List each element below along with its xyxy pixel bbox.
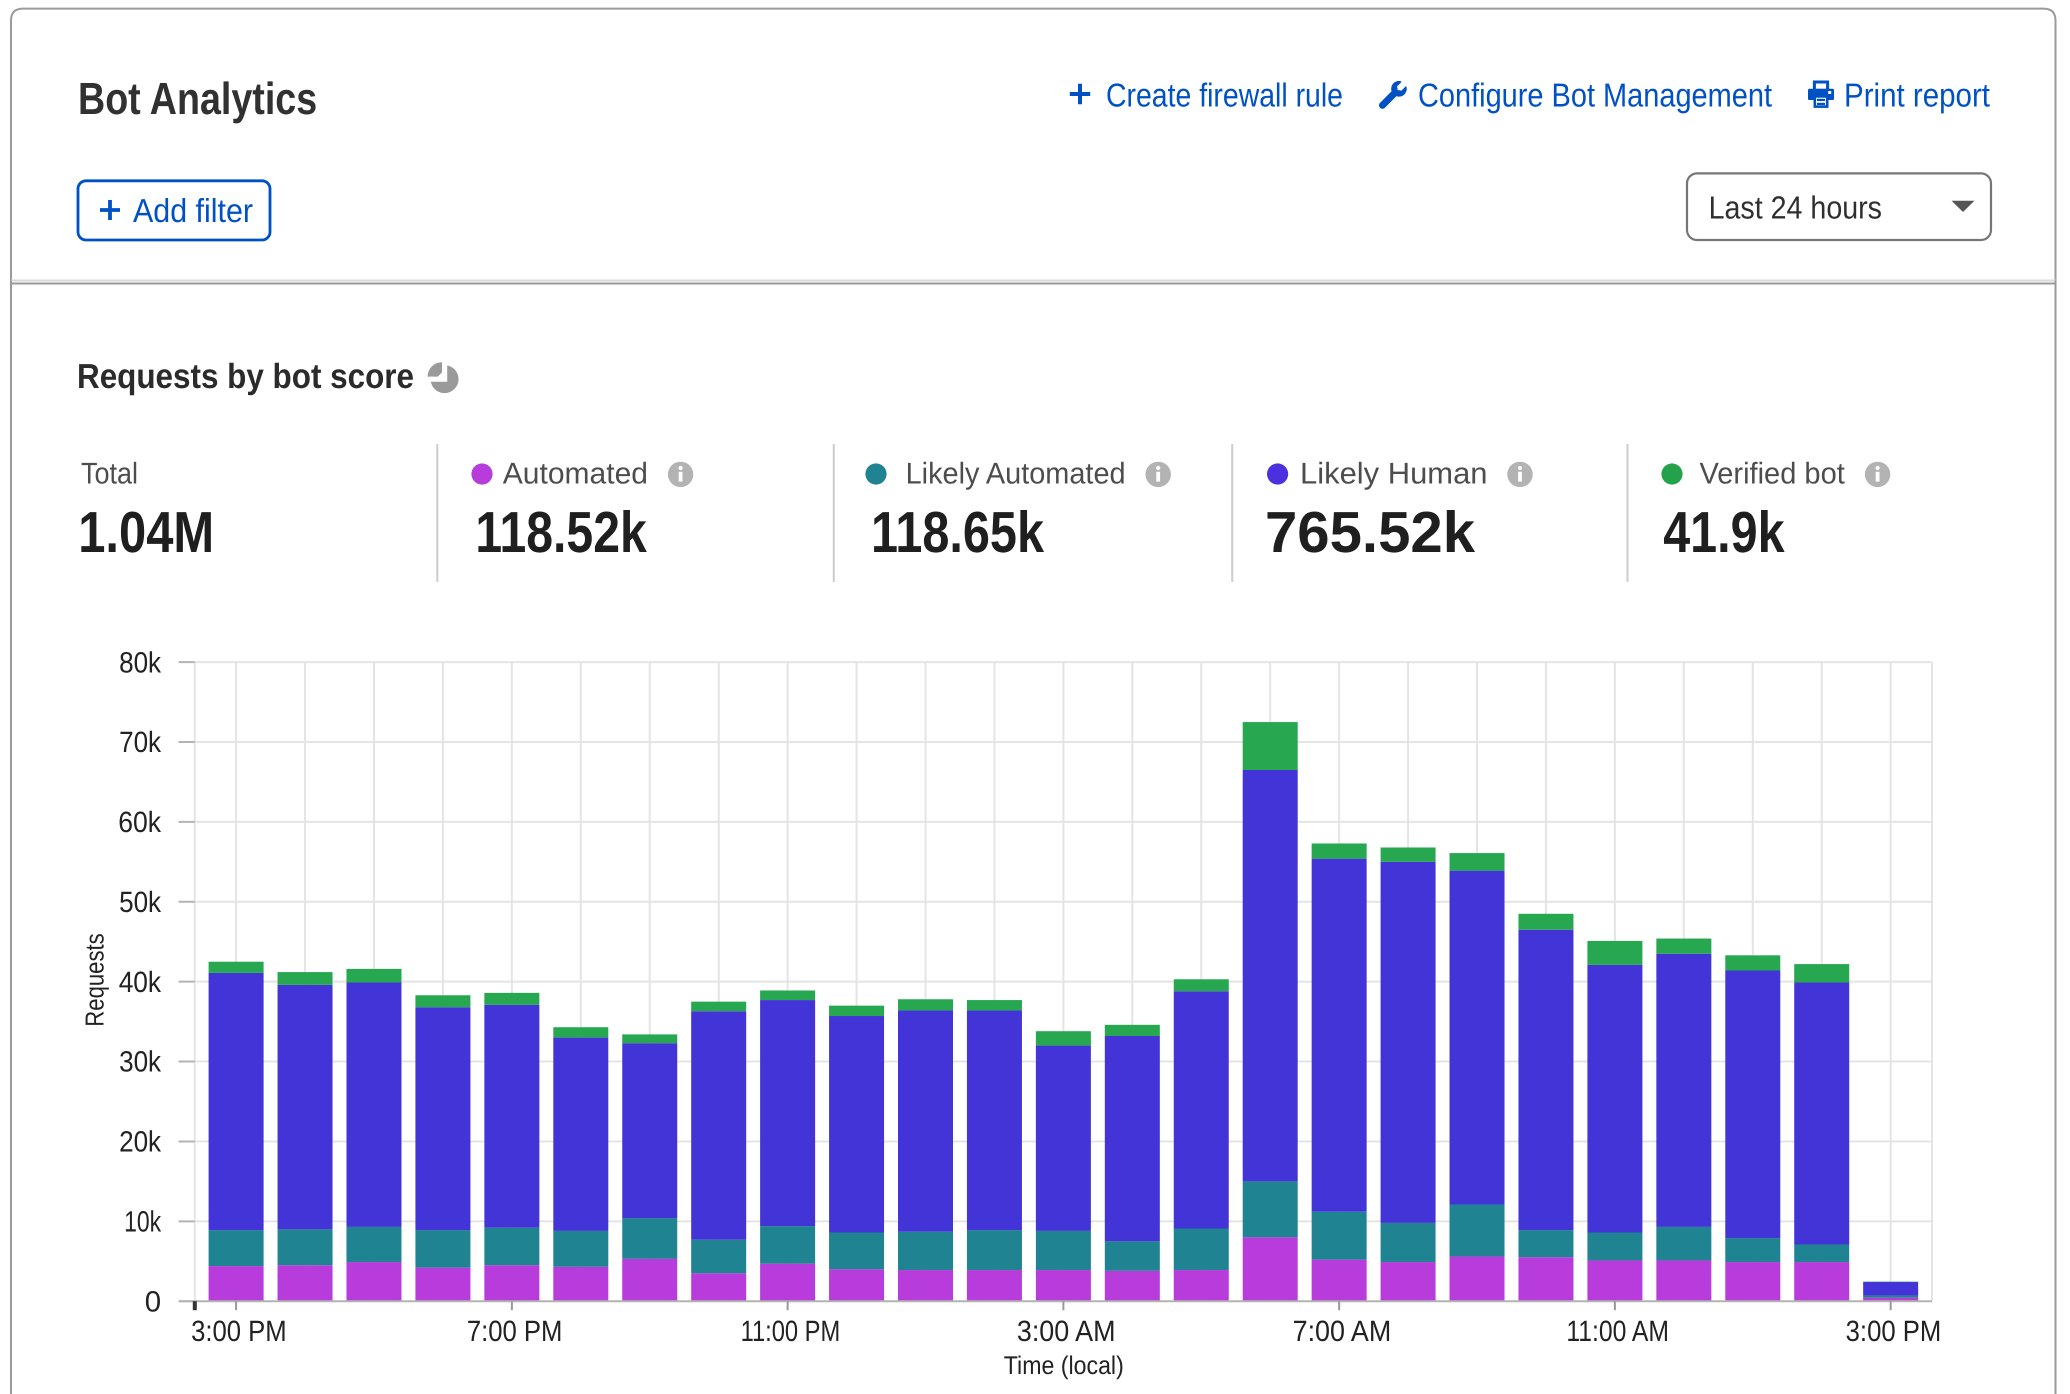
svg-text:11:00 AM: 11:00 AM: [1566, 1317, 1669, 1349]
svg-text:60k: 60k: [118, 808, 162, 840]
svg-text:70k: 70k: [119, 728, 162, 760]
svg-text:50k: 50k: [119, 888, 162, 920]
svg-text:Requests: Requests: [79, 932, 109, 1026]
svg-text:41.9k: 41.9k: [1663, 502, 1786, 566]
svg-text:Last 24 hours: Last 24 hours: [1709, 193, 1882, 227]
svg-text:3:00 PM: 3:00 PM: [191, 1317, 287, 1349]
svg-text:Add filter: Add filter: [133, 192, 254, 230]
svg-text:Bot Analytics: Bot Analytics: [78, 74, 317, 124]
svg-text:118.52k: 118.52k: [475, 502, 648, 566]
svg-text:Likely Human: Likely Human: [1300, 458, 1488, 492]
svg-text:Requests by bot score: Requests by bot score: [77, 356, 415, 396]
svg-text:0: 0: [145, 1287, 161, 1319]
svg-text:7:00 AM: 7:00 AM: [1293, 1317, 1392, 1349]
svg-text:Configure Bot Management: Configure Bot Management: [1418, 77, 1773, 115]
svg-text:118.65k: 118.65k: [871, 502, 1045, 566]
svg-text:Verified bot: Verified bot: [1700, 458, 1847, 492]
svg-text:80k: 80k: [119, 648, 162, 680]
svg-text:765.52k: 765.52k: [1265, 502, 1477, 566]
svg-text:Automated: Automated: [503, 458, 648, 492]
svg-text:10k: 10k: [124, 1207, 162, 1239]
svg-text:40k: 40k: [119, 968, 163, 1000]
svg-text:11:00 PM: 11:00 PM: [741, 1317, 841, 1349]
svg-text:Time (local): Time (local): [1004, 1350, 1124, 1380]
svg-text:3:00 PM: 3:00 PM: [1846, 1317, 1942, 1349]
svg-text:30k: 30k: [119, 1048, 162, 1080]
svg-text:3:00 AM: 3:00 AM: [1017, 1317, 1116, 1349]
svg-text:Total: Total: [81, 458, 138, 492]
svg-text:1.04M: 1.04M: [78, 502, 214, 566]
svg-text:Create firewall rule: Create firewall rule: [1106, 77, 1343, 115]
svg-text:Print report: Print report: [1844, 77, 1991, 115]
svg-text:20k: 20k: [119, 1128, 162, 1160]
svg-text:Likely Automated: Likely Automated: [906, 458, 1126, 492]
svg-text:7:00 PM: 7:00 PM: [467, 1317, 563, 1349]
